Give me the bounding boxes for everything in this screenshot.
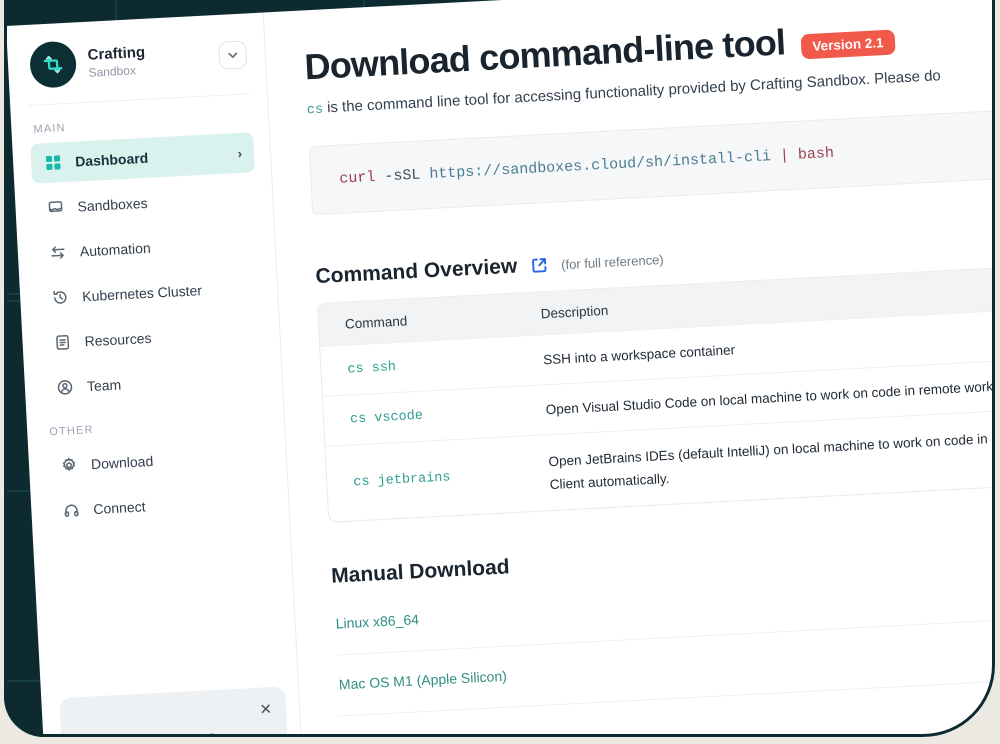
sidebar-item-label: Connect xyxy=(92,498,146,518)
sidebar-item-label: Dashboard xyxy=(74,149,149,170)
marketing-canvas: Crafting Sandbox MAIN Dashboard › Sandbo… xyxy=(0,0,1000,744)
download-link-linux-x86-64[interactable]: Linux x86_64 xyxy=(335,611,419,631)
headset-icon xyxy=(77,735,100,737)
version-badge: Version 2.1 xyxy=(800,29,896,59)
workspace-switcher-button[interactable] xyxy=(218,40,248,70)
download-link-mac-os-m1[interactable]: Mac OS M1 (Apple Silicon) xyxy=(338,668,507,693)
close-icon[interactable]: ✕ xyxy=(259,700,272,719)
sidebar-item-label: Kubernetes Cluster xyxy=(81,282,203,305)
token-pipe-bash: | bash xyxy=(770,144,835,166)
overview-hint: (for full reference) xyxy=(560,251,664,272)
token-flags: -sSL xyxy=(374,166,430,186)
laptop-icon xyxy=(45,198,66,217)
command-link-ssh[interactable]: cs ssh xyxy=(347,353,530,378)
cs-code-token: cs xyxy=(306,102,324,119)
headphones-icon xyxy=(61,501,82,520)
main-content: Download command-line tool Version 2.1 c… xyxy=(264,0,995,737)
brand-text: Crafting Sandbox xyxy=(87,40,208,79)
sidebar-item-team[interactable]: Team xyxy=(42,357,267,409)
sidebar-item-label: Automation xyxy=(79,239,152,260)
sidebar: Crafting Sandbox MAIN Dashboard › Sandbo… xyxy=(6,12,305,737)
chevron-down-icon xyxy=(228,52,238,59)
sidebar-item-automation[interactable]: Automation xyxy=(35,222,260,274)
sidebar-item-kubernetes-cluster[interactable]: Kubernetes Cluster xyxy=(37,267,262,319)
sidebar-item-label: Team xyxy=(86,376,122,395)
nav-section-main: MAIN xyxy=(33,122,67,136)
command-link-jetbrains[interactable]: cs jetbrains xyxy=(353,466,536,490)
command-link-vscode[interactable]: cs vscode xyxy=(350,403,533,428)
support-label: Need support? xyxy=(110,729,250,737)
user-circle-icon xyxy=(55,378,76,397)
sidebar-item-resources[interactable]: Resources xyxy=(40,312,265,364)
support-card[interactable]: Need support? ✕ xyxy=(59,686,290,737)
history-clock-icon xyxy=(50,288,71,307)
crafting-logo xyxy=(28,40,78,89)
command-overview-heading: Command Overview xyxy=(314,254,518,289)
command-table: Command Description cs ssh SSH into a wo… xyxy=(316,263,995,523)
chevron-right-icon: › xyxy=(237,145,243,161)
flex-spacer xyxy=(160,154,225,157)
sidebar-item-label: Resources xyxy=(84,329,152,350)
sidebar-item-label: Download xyxy=(90,452,154,473)
gear-icon xyxy=(59,456,80,475)
document-icon xyxy=(52,333,73,352)
nav-section-other: OTHER xyxy=(49,423,95,439)
swap-arrows-icon xyxy=(47,243,68,262)
sidebar-item-label: Sandboxes xyxy=(77,194,148,215)
external-link-icon[interactable] xyxy=(529,255,550,276)
crop-icon xyxy=(43,55,63,74)
workspace-header: Crafting Sandbox xyxy=(24,29,251,106)
sidebar-item-connect[interactable]: Connect xyxy=(48,480,273,532)
dark-backdrop: Crafting Sandbox MAIN Dashboard › Sandbo… xyxy=(4,0,995,737)
sidebar-item-download[interactable]: Download xyxy=(46,435,271,487)
token-url: https://sandboxes.cloud/sh/install-cli xyxy=(428,148,772,184)
sidebar-item-sandboxes[interactable]: Sandboxes xyxy=(33,177,258,229)
sidebar-item-dashboard[interactable]: Dashboard › xyxy=(30,132,255,184)
dashboard-grid-icon xyxy=(43,153,64,172)
token-curl: curl xyxy=(339,168,376,188)
app-window: Crafting Sandbox MAIN Dashboard › Sandbo… xyxy=(6,0,995,737)
install-command-block[interactable]: curl -sSL https://sandboxes.cloud/sh/ins… xyxy=(308,107,995,216)
